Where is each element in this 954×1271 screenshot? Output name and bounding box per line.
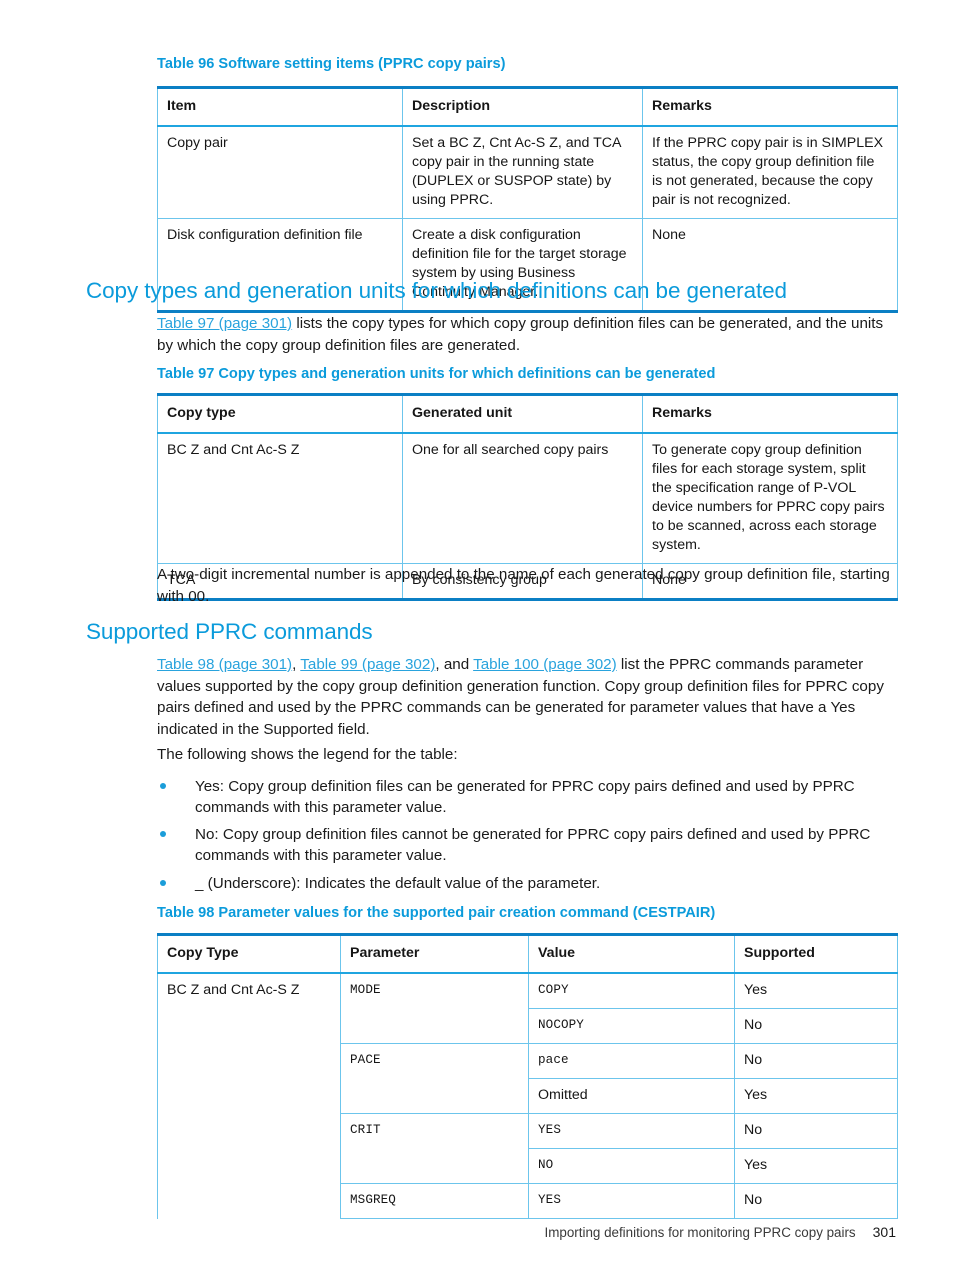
table-98: Copy Type Parameter Value Supported BC Z… (157, 933, 898, 1219)
list-item: _ (Underscore): Indicates the default va… (157, 873, 897, 894)
table-98-header-copy-type: Copy Type (157, 933, 341, 974)
section2-intro-paragraph: Table 98 (page 301), Table 99 (page 302)… (157, 654, 899, 740)
table-96-header-description: Description (402, 86, 643, 127)
table-98-r4-supported: No (734, 1113, 898, 1149)
table-97-r0-copy-type: BC Z and Cnt Ac-S Z (157, 433, 403, 564)
section-heading-copy-types: Copy types and generation units for whic… (86, 278, 787, 303)
table-96-header-row: Item Description Remarks (157, 86, 898, 127)
table-98-r6-supported: No (734, 1183, 898, 1219)
table-98-copy-type-cell: BC Z and Cnt Ac-S Z (157, 973, 341, 1219)
table-97-header-generated-unit: Generated unit (402, 393, 643, 434)
table-98-r3-supported: Yes (734, 1078, 898, 1114)
after-table-97-paragraph: A two-digit incremental number is append… (157, 566, 890, 605)
table-row: BC Z and Cnt Ac-S Z One for all searched… (157, 433, 898, 564)
table-98-r6-value: YES (528, 1183, 735, 1219)
section-heading-supported-pprc: Supported PPRC commands (86, 619, 373, 644)
table-98-caption: Table 98 Parameter values for the suppor… (157, 905, 716, 921)
table-98-r2-value: pace (528, 1043, 735, 1079)
table-97-header-remarks: Remarks (642, 393, 898, 434)
table-98-header-supported: Supported (734, 933, 898, 974)
sep-2: , and (435, 656, 474, 673)
table-98-r3-value: Omitted (528, 1078, 735, 1114)
table-98-r2-supported: No (734, 1043, 898, 1079)
table-96-caption: Table 96 Software setting items (PPRC co… (157, 56, 506, 72)
link-table-99[interactable]: Table 99 (page 302) (300, 656, 435, 673)
table-row: Copy pair Set a BC Z, Cnt Ac-S Z, and TC… (157, 126, 898, 219)
table-98-r1-value: NOCOPY (528, 1008, 735, 1044)
table-96-header-item: Item (157, 86, 403, 127)
legend-intro: The following shows the legend for the t… (157, 746, 458, 763)
table-98-r5-value: NO (528, 1148, 735, 1184)
document-page: Table 96 Software setting items (PPRC co… (0, 0, 954, 1271)
table-row: BC Z and Cnt Ac-S Z MODE COPY Yes (157, 973, 898, 1219)
legend-bullet-underscore: _ (Underscore): Indicates the default va… (195, 875, 601, 892)
table-98-param-pace: PACE (340, 1043, 529, 1114)
table-96-r0-remarks: If the PPRC copy pair is in SIMPLEX stat… (642, 126, 898, 219)
link-table-97[interactable]: Table 97 (page 301) (157, 315, 292, 332)
table-97-header-row: Copy type Generated unit Remarks (157, 393, 898, 434)
table-98-r4-value: YES (528, 1113, 735, 1149)
table-98-param-msgreq: MSGREQ (340, 1183, 529, 1219)
table-98-r0-value: COPY (528, 973, 735, 1009)
table-97-r0-remarks: To generate copy group definition files … (642, 433, 898, 564)
table-98-param-crit: CRIT (340, 1113, 529, 1184)
table-96-r0-item: Copy pair (157, 126, 403, 219)
page-footer: Importing definitions for monitoring PPR… (0, 1224, 896, 1240)
bullet-icon (160, 880, 166, 886)
table-97-caption: Table 97 Copy types and generation units… (157, 366, 716, 382)
bullet-icon (160, 783, 166, 789)
table-97-r0-generated-unit: One for all searched copy pairs (402, 433, 643, 564)
table-97-header-copy-type: Copy type (157, 393, 403, 434)
table-98-param-mode: MODE (340, 973, 529, 1044)
table-98-header-parameter: Parameter (340, 933, 529, 974)
section1-intro-paragraph: Table 97 (page 301) lists the copy types… (157, 313, 899, 356)
table-98-r1-supported: No (734, 1008, 898, 1044)
footer-section-title: Importing definitions for monitoring PPR… (544, 1225, 856, 1240)
table-98-r0-supported: Yes (734, 973, 898, 1009)
table-98-r5-supported: Yes (734, 1148, 898, 1184)
table-98-header-row: Copy Type Parameter Value Supported (157, 933, 898, 974)
list-item: Yes: Copy group definition files can be … (157, 776, 897, 818)
legend-bullet-yes: Yes: Copy group definition files can be … (195, 778, 855, 816)
table-96-header-remarks: Remarks (642, 86, 898, 127)
list-item: No: Copy group definition files cannot b… (157, 824, 897, 866)
legend-bullet-no: No: Copy group definition files cannot b… (195, 826, 871, 864)
link-table-98[interactable]: Table 98 (page 301) (157, 656, 292, 673)
table-96-r0-description: Set a BC Z, Cnt Ac-S Z, and TCA copy pai… (402, 126, 643, 219)
table-98-header-value: Value (528, 933, 735, 974)
link-table-100[interactable]: Table 100 (page 302) (473, 656, 617, 673)
bullet-icon (160, 831, 166, 837)
footer-page-number: 301 (872, 1224, 896, 1240)
